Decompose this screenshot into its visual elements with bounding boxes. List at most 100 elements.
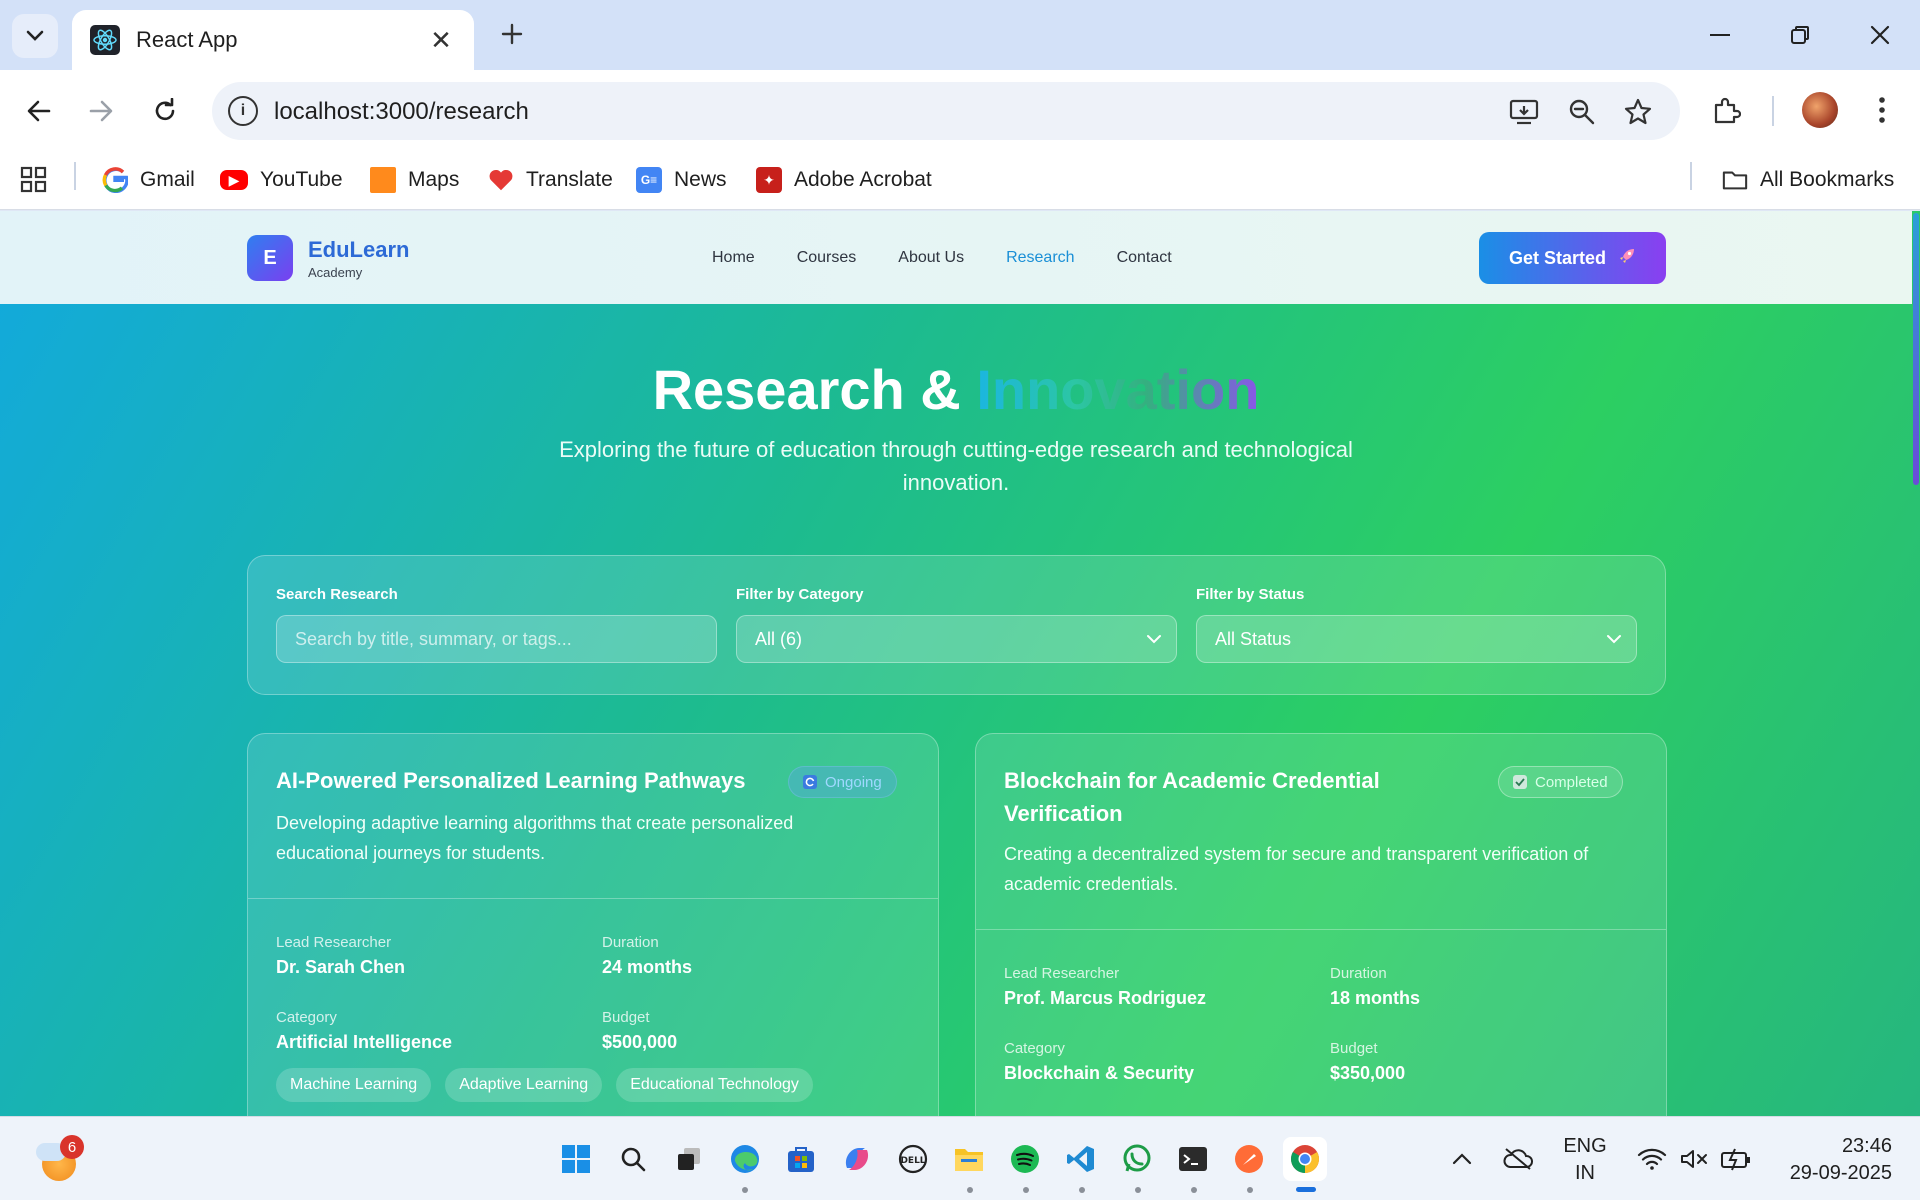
close-window-button[interactable] (1850, 14, 1910, 56)
taskbar-store[interactable] (779, 1137, 823, 1181)
get-started-button[interactable]: Get Started (1479, 232, 1666, 284)
battery-status[interactable] (1714, 1137, 1758, 1181)
profile-avatar[interactable] (1802, 92, 1838, 128)
taskbar-edge[interactable] (723, 1137, 767, 1181)
edge-icon (731, 1145, 759, 1173)
bookmark-translate[interactable]: Translate (488, 162, 613, 198)
tag[interactable]: Machine Learning (276, 1068, 432, 1102)
site-logo[interactable]: E (247, 235, 293, 281)
bookmark-star-icon[interactable] (1622, 96, 1654, 128)
budget: Budget $500,000 (602, 1009, 677, 1053)
vscode-icon (1067, 1146, 1094, 1172)
scrollbar-thumb[interactable] (1913, 213, 1919, 485)
onedrive-status[interactable] (1496, 1137, 1540, 1181)
status-select[interactable]: All Status (1196, 615, 1637, 663)
bookmarks-bar: Gmail ▶ YouTube Maps Translate G≡ News ✦… (0, 150, 1920, 210)
weather-widget[interactable]: 6 (34, 1135, 84, 1181)
running-indicator (1079, 1187, 1085, 1193)
arrow-right-icon (89, 100, 113, 122)
card-summary: Creating a decentralized system for secu… (1004, 844, 1589, 894)
taskbar-file-explorer[interactable] (947, 1137, 991, 1181)
search-icon (621, 1147, 646, 1172)
restore-button[interactable] (1770, 14, 1830, 56)
install-app-icon[interactable] (1508, 96, 1540, 128)
minimize-button[interactable] (1690, 14, 1750, 56)
kebab-menu-icon[interactable] (1862, 90, 1902, 130)
taskbar-vscode[interactable] (1059, 1137, 1103, 1181)
bookmark-adobe-acrobat[interactable]: ✦ Adobe Acrobat (756, 162, 932, 198)
input-language[interactable]: ENG IN (1560, 1133, 1610, 1187)
back-button[interactable] (18, 90, 60, 132)
taskbar-spotify[interactable] (1003, 1137, 1047, 1181)
running-indicator (1135, 1187, 1141, 1193)
clock[interactable]: 23:46 29-09-2025 (1762, 1133, 1892, 1187)
lead-researcher: Lead Researcher Dr. Sarah Chen (276, 934, 405, 978)
spotify-icon (1011, 1145, 1039, 1173)
bookmark-maps[interactable]: Maps (370, 162, 459, 198)
site-name[interactable]: EduLearn (308, 237, 409, 263)
reload-button[interactable] (144, 90, 186, 132)
all-bookmarks[interactable]: All Bookmarks (1722, 162, 1894, 198)
wifi-status[interactable] (1630, 1137, 1674, 1181)
whatsapp-icon (1123, 1144, 1151, 1172)
meta-label: Duration (602, 934, 659, 951)
taskbar-terminal[interactable] (1171, 1137, 1215, 1181)
nav-courses[interactable]: Courses (797, 249, 857, 267)
taskbar-copilot[interactable] (835, 1137, 879, 1181)
hero-title: Research & Innovation (0, 357, 1912, 422)
address-bar[interactable]: i localhost:3000/research (212, 82, 1680, 140)
folder-icon (955, 1149, 983, 1171)
new-tab-button[interactable] (494, 16, 530, 52)
card-title[interactable]: AI-Powered Personalized Learning Pathway… (276, 764, 756, 797)
tab-close-icon[interactable]: ✕ (426, 25, 456, 56)
forward-button[interactable] (80, 90, 122, 132)
react-icon (90, 25, 120, 55)
bookmark-separator (74, 162, 76, 190)
taskbar-whatsapp[interactable] (1115, 1137, 1159, 1181)
zoom-icon[interactable] (1566, 96, 1598, 128)
category-select[interactable]: All (6) (736, 615, 1177, 663)
taskbar-search[interactable] (611, 1137, 655, 1181)
research-card[interactable]: Blockchain for Academic Credential Verif… (975, 733, 1667, 1116)
close-icon (1870, 25, 1890, 45)
tab-search-button[interactable] (12, 14, 58, 58)
taskbar-postman[interactable] (1227, 1137, 1271, 1181)
meta-value: 24 months (602, 957, 693, 977)
bookmark-label: News (674, 168, 727, 191)
task-view-button[interactable] (667, 1137, 711, 1181)
volume-status[interactable] (1672, 1137, 1716, 1181)
region-code: IN (1575, 1162, 1595, 1184)
tag[interactable]: Educational Technology (616, 1068, 813, 1102)
site-header: E EduLearn Academy Home Courses About Us… (0, 211, 1912, 304)
start-button[interactable] (554, 1137, 598, 1181)
apps-grid-icon[interactable] (20, 162, 48, 198)
browser-tab-bar: React App ✕ (0, 0, 1920, 70)
taskbar-chrome[interactable] (1283, 1137, 1327, 1181)
browser-tab-active[interactable]: React App ✕ (72, 10, 474, 70)
card-divider (976, 929, 1666, 930)
nav-contact[interactable]: Contact (1117, 249, 1172, 267)
search-input[interactable]: Search by title, summary, or tags... (276, 615, 717, 663)
hero-title-highlight: Innovation (976, 358, 1260, 421)
show-hidden-icons[interactable] (1440, 1137, 1484, 1181)
bookmark-news[interactable]: G≡ News (636, 162, 727, 198)
page-scrollbar[interactable] (1912, 211, 1920, 1116)
research-card[interactable]: AI-Powered Personalized Learning Pathway… (247, 733, 939, 1116)
bookmark-gmail[interactable]: Gmail (102, 162, 195, 198)
nav-research[interactable]: Research (1006, 249, 1074, 267)
check-icon (1513, 775, 1527, 789)
taskbar-dell[interactable]: DELL (891, 1137, 935, 1181)
extensions-icon[interactable] (1706, 90, 1746, 130)
bookmark-label: Gmail (140, 168, 195, 191)
copilot-icon (845, 1148, 869, 1170)
tag[interactable]: Adaptive Learning (445, 1068, 603, 1102)
meta-label: Category (276, 1009, 337, 1026)
bookmark-youtube[interactable]: ▶ YouTube (220, 162, 343, 198)
card-title[interactable]: Blockchain for Academic Credential Verif… (1004, 764, 1444, 830)
nav-home[interactable]: Home (712, 249, 755, 267)
running-indicator (742, 1187, 748, 1193)
site-info-icon[interactable]: i (228, 96, 258, 126)
dell-icon: DELL (898, 1144, 928, 1174)
nav-about-us[interactable]: About Us (898, 249, 964, 267)
hero-title-plain: Research & (652, 358, 977, 421)
